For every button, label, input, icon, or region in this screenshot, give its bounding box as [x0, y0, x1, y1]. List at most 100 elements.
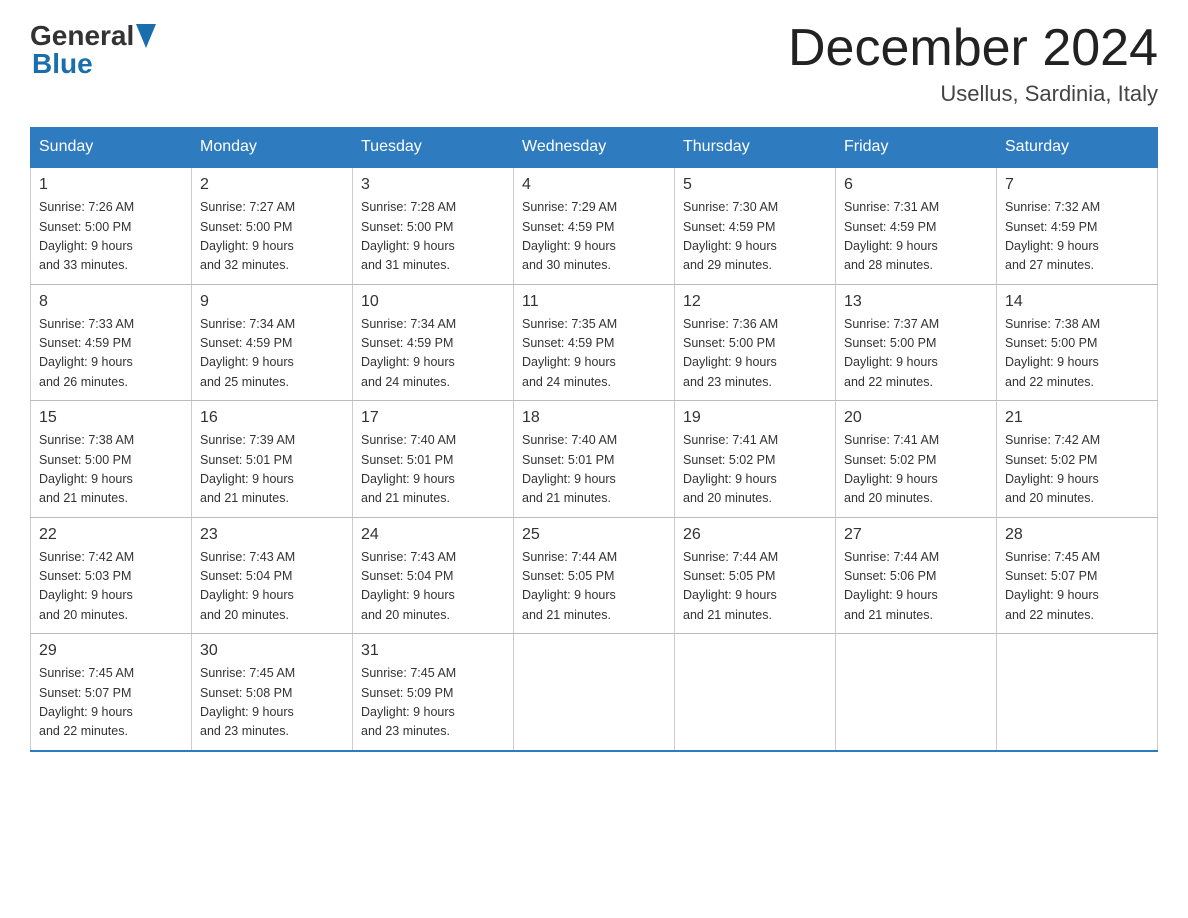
- day-info: Sunrise: 7:38 AM Sunset: 5:00 PM Dayligh…: [1005, 315, 1149, 393]
- day-info: Sunrise: 7:42 AM Sunset: 5:03 PM Dayligh…: [39, 548, 183, 626]
- day-number: 5: [683, 176, 827, 194]
- location-title: Usellus, Sardinia, Italy: [788, 81, 1158, 107]
- table-row: 21 Sunrise: 7:42 AM Sunset: 5:02 PM Dayl…: [997, 401, 1158, 518]
- table-row: 1 Sunrise: 7:26 AM Sunset: 5:00 PM Dayli…: [31, 167, 192, 284]
- day-number: 25: [522, 526, 666, 544]
- day-number: 22: [39, 526, 183, 544]
- day-info: Sunrise: 7:28 AM Sunset: 5:00 PM Dayligh…: [361, 198, 505, 276]
- day-info: Sunrise: 7:44 AM Sunset: 5:05 PM Dayligh…: [683, 548, 827, 626]
- table-row: 30 Sunrise: 7:45 AM Sunset: 5:08 PM Dayl…: [192, 634, 353, 751]
- day-number: 10: [361, 293, 505, 311]
- table-row: 26 Sunrise: 7:44 AM Sunset: 5:05 PM Dayl…: [675, 517, 836, 634]
- table-row: 24 Sunrise: 7:43 AM Sunset: 5:04 PM Dayl…: [353, 517, 514, 634]
- table-row: [997, 634, 1158, 751]
- day-number: 17: [361, 409, 505, 427]
- day-info: Sunrise: 7:38 AM Sunset: 5:00 PM Dayligh…: [39, 431, 183, 509]
- table-row: 18 Sunrise: 7:40 AM Sunset: 5:01 PM Dayl…: [514, 401, 675, 518]
- day-number: 21: [1005, 409, 1149, 427]
- table-row: 28 Sunrise: 7:45 AM Sunset: 5:07 PM Dayl…: [997, 517, 1158, 634]
- day-number: 15: [39, 409, 183, 427]
- day-info: Sunrise: 7:36 AM Sunset: 5:00 PM Dayligh…: [683, 315, 827, 393]
- day-info: Sunrise: 7:41 AM Sunset: 5:02 PM Dayligh…: [683, 431, 827, 509]
- day-info: Sunrise: 7:45 AM Sunset: 5:08 PM Dayligh…: [200, 664, 344, 742]
- table-row: 25 Sunrise: 7:44 AM Sunset: 5:05 PM Dayl…: [514, 517, 675, 634]
- col-sunday: Sunday: [31, 128, 192, 168]
- day-info: Sunrise: 7:39 AM Sunset: 5:01 PM Dayligh…: [200, 431, 344, 509]
- table-row: 22 Sunrise: 7:42 AM Sunset: 5:03 PM Dayl…: [31, 517, 192, 634]
- table-row: 2 Sunrise: 7:27 AM Sunset: 5:00 PM Dayli…: [192, 167, 353, 284]
- calendar-table: Sunday Monday Tuesday Wednesday Thursday…: [30, 127, 1158, 752]
- col-thursday: Thursday: [675, 128, 836, 168]
- day-info: Sunrise: 7:29 AM Sunset: 4:59 PM Dayligh…: [522, 198, 666, 276]
- day-info: Sunrise: 7:45 AM Sunset: 5:07 PM Dayligh…: [1005, 548, 1149, 626]
- day-number: 29: [39, 642, 183, 660]
- day-info: Sunrise: 7:34 AM Sunset: 4:59 PM Dayligh…: [361, 315, 505, 393]
- day-number: 26: [683, 526, 827, 544]
- title-block: December 2024 Usellus, Sardinia, Italy: [788, 20, 1158, 107]
- day-info: Sunrise: 7:45 AM Sunset: 5:07 PM Dayligh…: [39, 664, 183, 742]
- logo: General Blue: [30, 20, 156, 80]
- table-row: 16 Sunrise: 7:39 AM Sunset: 5:01 PM Dayl…: [192, 401, 353, 518]
- day-info: Sunrise: 7:41 AM Sunset: 5:02 PM Dayligh…: [844, 431, 988, 509]
- day-info: Sunrise: 7:45 AM Sunset: 5:09 PM Dayligh…: [361, 664, 505, 742]
- day-number: 18: [522, 409, 666, 427]
- day-info: Sunrise: 7:37 AM Sunset: 5:00 PM Dayligh…: [844, 315, 988, 393]
- day-number: 2: [200, 176, 344, 194]
- day-number: 19: [683, 409, 827, 427]
- day-number: 3: [361, 176, 505, 194]
- table-row: 17 Sunrise: 7:40 AM Sunset: 5:01 PM Dayl…: [353, 401, 514, 518]
- day-number: 28: [1005, 526, 1149, 544]
- calendar-week-row: 29 Sunrise: 7:45 AM Sunset: 5:07 PM Dayl…: [31, 634, 1158, 751]
- day-number: 20: [844, 409, 988, 427]
- day-number: 27: [844, 526, 988, 544]
- day-number: 8: [39, 293, 183, 311]
- table-row: 5 Sunrise: 7:30 AM Sunset: 4:59 PM Dayli…: [675, 167, 836, 284]
- table-row: 29 Sunrise: 7:45 AM Sunset: 5:07 PM Dayl…: [31, 634, 192, 751]
- day-number: 23: [200, 526, 344, 544]
- day-number: 1: [39, 176, 183, 194]
- table-row: 14 Sunrise: 7:38 AM Sunset: 5:00 PM Dayl…: [997, 284, 1158, 401]
- table-row: 23 Sunrise: 7:43 AM Sunset: 5:04 PM Dayl…: [192, 517, 353, 634]
- table-row: 20 Sunrise: 7:41 AM Sunset: 5:02 PM Dayl…: [836, 401, 997, 518]
- month-title: December 2024: [788, 20, 1158, 77]
- day-number: 6: [844, 176, 988, 194]
- table-row: 15 Sunrise: 7:38 AM Sunset: 5:00 PM Dayl…: [31, 401, 192, 518]
- calendar-week-row: 1 Sunrise: 7:26 AM Sunset: 5:00 PM Dayli…: [31, 167, 1158, 284]
- day-number: 7: [1005, 176, 1149, 194]
- day-info: Sunrise: 7:43 AM Sunset: 5:04 PM Dayligh…: [361, 548, 505, 626]
- day-number: 30: [200, 642, 344, 660]
- day-info: Sunrise: 7:40 AM Sunset: 5:01 PM Dayligh…: [522, 431, 666, 509]
- page-header: General Blue December 2024 Usellus, Sard…: [30, 20, 1158, 107]
- day-info: Sunrise: 7:40 AM Sunset: 5:01 PM Dayligh…: [361, 431, 505, 509]
- table-row: [836, 634, 997, 751]
- day-info: Sunrise: 7:44 AM Sunset: 5:06 PM Dayligh…: [844, 548, 988, 626]
- table-row: 4 Sunrise: 7:29 AM Sunset: 4:59 PM Dayli…: [514, 167, 675, 284]
- day-info: Sunrise: 7:33 AM Sunset: 4:59 PM Dayligh…: [39, 315, 183, 393]
- calendar-header-row: Sunday Monday Tuesday Wednesday Thursday…: [31, 128, 1158, 168]
- table-row: 8 Sunrise: 7:33 AM Sunset: 4:59 PM Dayli…: [31, 284, 192, 401]
- logo-blue-text: Blue: [32, 48, 156, 80]
- day-number: 13: [844, 293, 988, 311]
- table-row: 11 Sunrise: 7:35 AM Sunset: 4:59 PM Dayl…: [514, 284, 675, 401]
- table-row: 31 Sunrise: 7:45 AM Sunset: 5:09 PM Dayl…: [353, 634, 514, 751]
- table-row: 13 Sunrise: 7:37 AM Sunset: 5:00 PM Dayl…: [836, 284, 997, 401]
- col-friday: Friday: [836, 128, 997, 168]
- day-number: 9: [200, 293, 344, 311]
- table-row: 7 Sunrise: 7:32 AM Sunset: 4:59 PM Dayli…: [997, 167, 1158, 284]
- day-number: 4: [522, 176, 666, 194]
- day-info: Sunrise: 7:44 AM Sunset: 5:05 PM Dayligh…: [522, 548, 666, 626]
- calendar-week-row: 22 Sunrise: 7:42 AM Sunset: 5:03 PM Dayl…: [31, 517, 1158, 634]
- table-row: 19 Sunrise: 7:41 AM Sunset: 5:02 PM Dayl…: [675, 401, 836, 518]
- day-number: 24: [361, 526, 505, 544]
- col-monday: Monday: [192, 128, 353, 168]
- day-number: 31: [361, 642, 505, 660]
- calendar-week-row: 15 Sunrise: 7:38 AM Sunset: 5:00 PM Dayl…: [31, 401, 1158, 518]
- table-row: 27 Sunrise: 7:44 AM Sunset: 5:06 PM Dayl…: [836, 517, 997, 634]
- col-saturday: Saturday: [997, 128, 1158, 168]
- table-row: 6 Sunrise: 7:31 AM Sunset: 4:59 PM Dayli…: [836, 167, 997, 284]
- day-info: Sunrise: 7:43 AM Sunset: 5:04 PM Dayligh…: [200, 548, 344, 626]
- col-wednesday: Wednesday: [514, 128, 675, 168]
- table-row: [514, 634, 675, 751]
- table-row: 10 Sunrise: 7:34 AM Sunset: 4:59 PM Dayl…: [353, 284, 514, 401]
- day-info: Sunrise: 7:32 AM Sunset: 4:59 PM Dayligh…: [1005, 198, 1149, 276]
